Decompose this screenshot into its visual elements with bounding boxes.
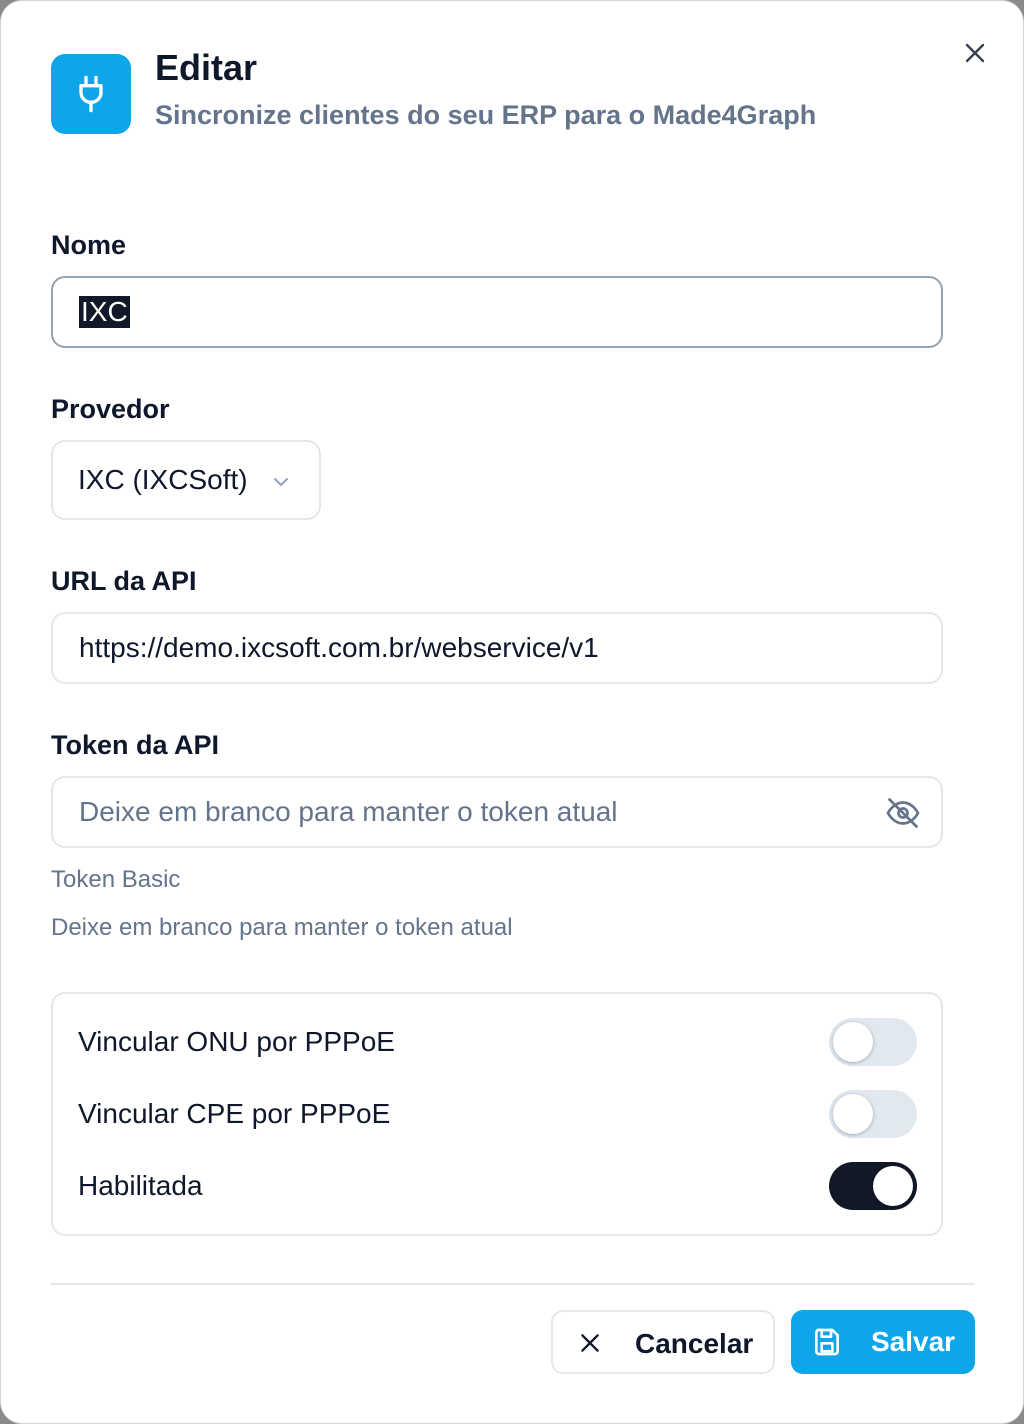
api-url-input[interactable]: https://demo.ixcsoft.com.br/webservice/v… [51, 612, 943, 684]
plug-icon [79, 75, 103, 113]
api-url-value: https://demo.ixcsoft.com.br/webservice/v… [79, 632, 599, 663]
switch-onu-pppoe[interactable] [829, 1018, 917, 1066]
header-icon-container [51, 54, 131, 134]
api-url-label: URL da API [51, 566, 197, 596]
close-icon [965, 43, 985, 63]
provider-select[interactable]: IXC (IXCSoft) [51, 440, 321, 520]
save-button-label: Salvar [871, 1326, 956, 1357]
edit-dialog: Editar Sincronize clientes do seu ERP pa… [0, 0, 1024, 1424]
cancel-button[interactable]: Cancelar [551, 1310, 775, 1374]
api-token-placeholder: Deixe em branco para manter o token atua… [79, 796, 618, 827]
switch-knob [833, 1022, 873, 1062]
switch-cpe-pppoe[interactable] [829, 1090, 917, 1138]
dialog-title: Editar [155, 47, 258, 88]
close-icon [581, 1334, 599, 1352]
switch-enabled[interactable] [829, 1162, 917, 1210]
toggle-token-visibility-button[interactable] [885, 795, 921, 831]
token-hint-keep: Deixe em branco para manter o token atua… [51, 914, 513, 941]
footer-divider [51, 1283, 975, 1285]
toggle-label-cpe: Vincular CPE por PPPoE [78, 1098, 391, 1129]
toggle-row-cpe: Vincular CPE por PPPoE [53, 1084, 941, 1144]
chevron-down-icon [274, 478, 288, 486]
save-button[interactable]: Salvar [791, 1310, 975, 1374]
toggle-label-enabled: Habilitada [78, 1170, 203, 1201]
close-button[interactable] [957, 35, 993, 71]
toggle-label-onu: Vincular ONU por PPPoE [78, 1026, 395, 1057]
api-token-label: Token da API [51, 730, 220, 760]
dialog-subtitle: Sincronize clientes do seu ERP para o Ma… [155, 100, 817, 130]
toggle-row-onu: Vincular ONU por PPPoE [53, 1012, 941, 1072]
eye-off-icon [886, 798, 920, 828]
api-token-input[interactable]: Deixe em branco para manter o token atua… [51, 776, 943, 848]
token-hint-type: Token Basic [51, 866, 181, 893]
name-label: Nome [51, 230, 127, 260]
name-input[interactable]: IXC [51, 276, 943, 348]
toggle-row-enabled: Habilitada [53, 1156, 941, 1216]
name-input-value: IXC [79, 296, 130, 328]
switch-knob [833, 1094, 873, 1134]
cancel-button-label: Cancelar [635, 1328, 754, 1359]
options-panel: Vincular ONU por PPPoE Vincular CPE por … [51, 992, 943, 1236]
switch-knob [873, 1166, 913, 1206]
provider-label: Provedor [51, 394, 170, 424]
save-icon [815, 1328, 839, 1356]
provider-selected-value: IXC (IXCSoft) [78, 464, 248, 495]
